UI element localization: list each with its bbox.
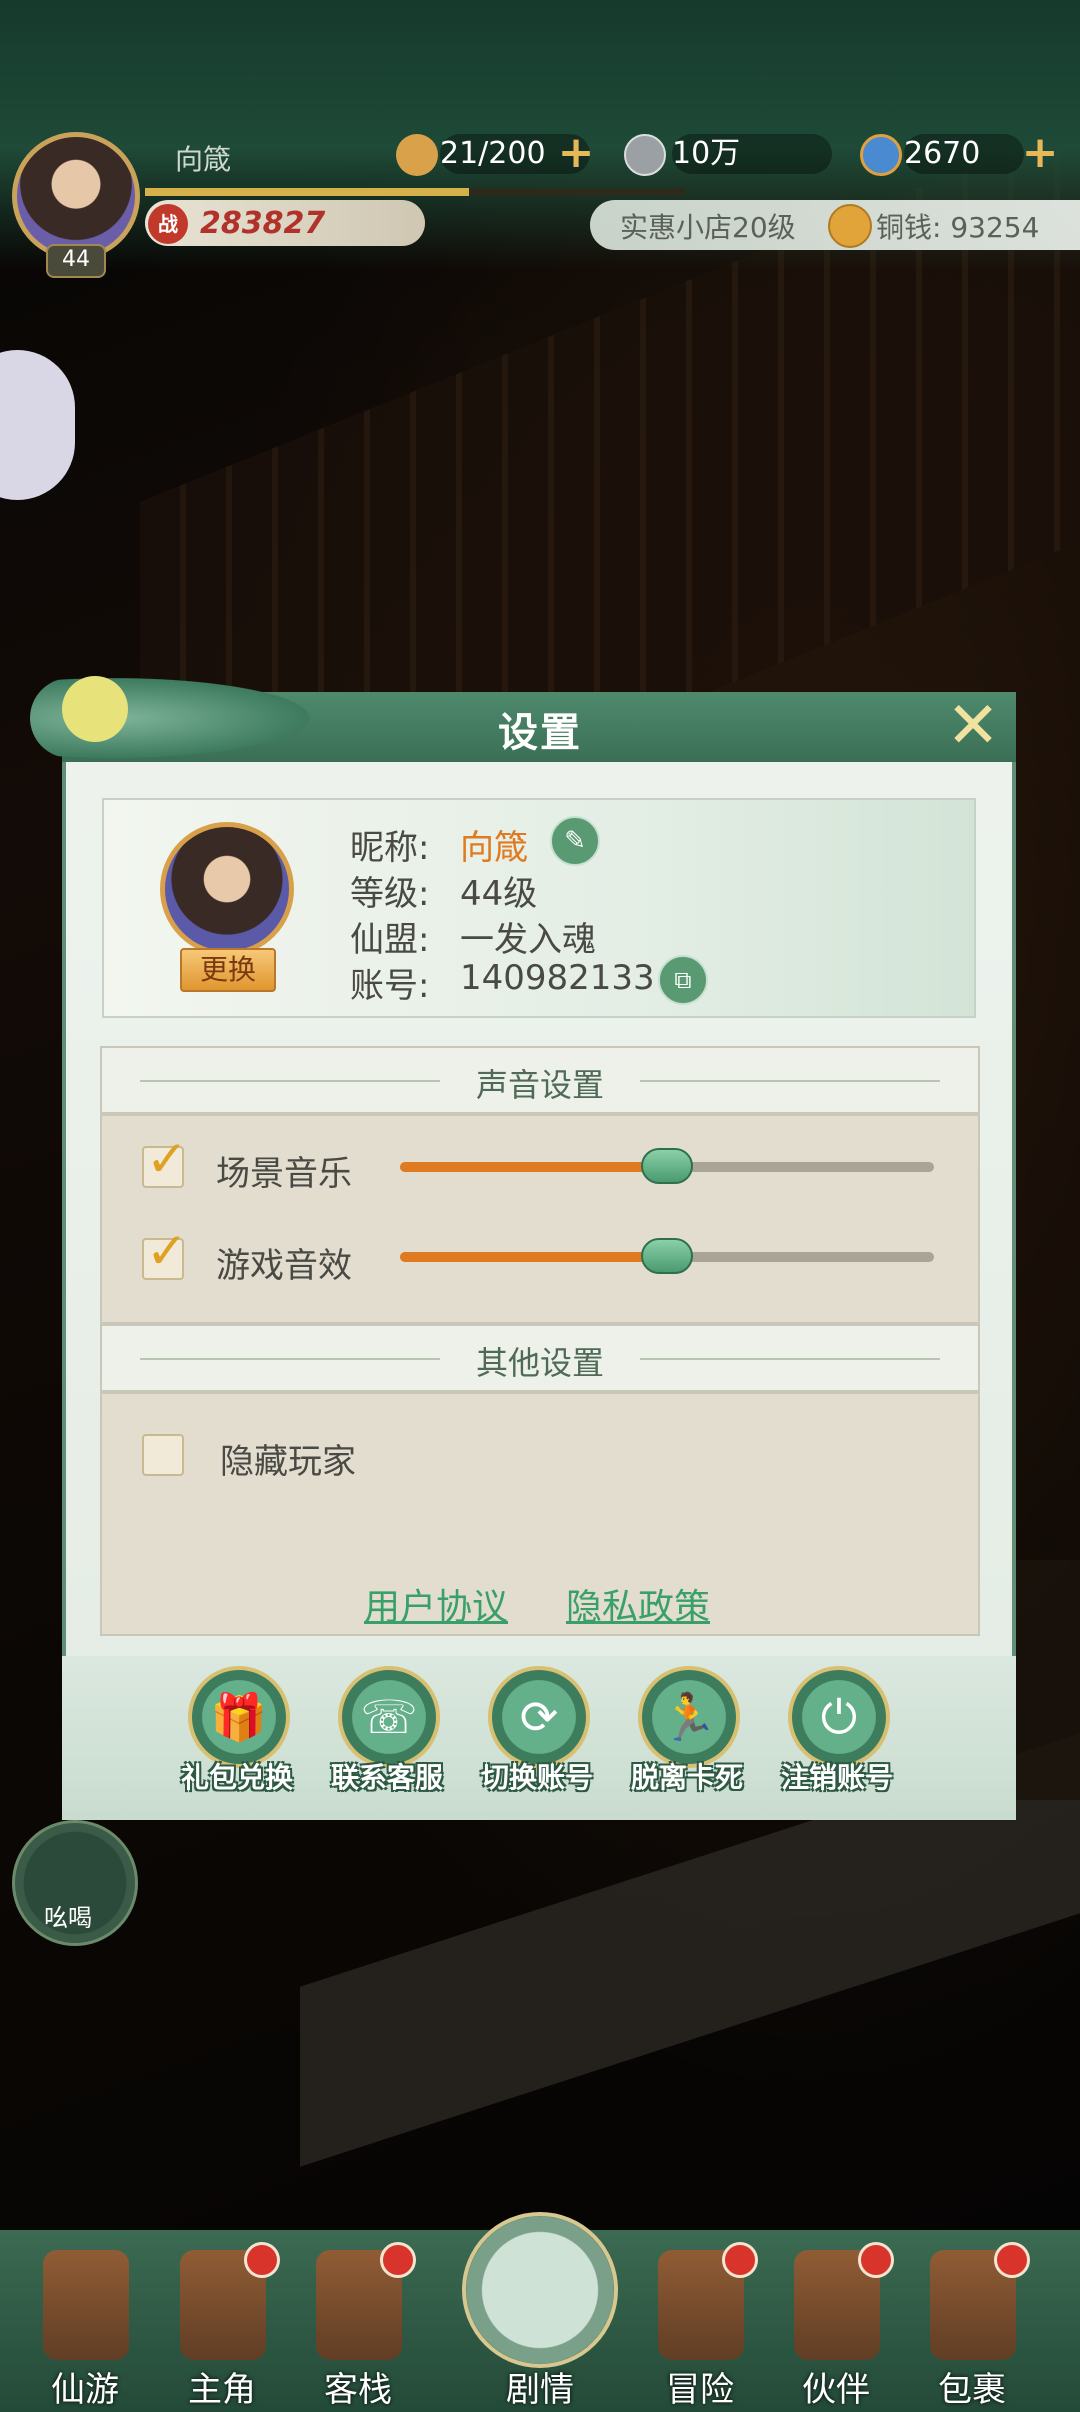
stamina-icon <box>396 134 438 176</box>
sfx-label: 游戏音效 <box>216 1246 352 1286</box>
nav-item-label: 客栈 <box>324 2370 392 2410</box>
nav-item-icon <box>43 2250 129 2360</box>
nav-item[interactable]: 冒险 <box>640 2242 760 2412</box>
gem-value: 2670 <box>904 134 1024 174</box>
silver-coin-icon <box>624 134 666 176</box>
power-value: 283827 <box>200 206 326 241</box>
run-icon: 🏃 <box>638 1666 740 1768</box>
guild-label: 仙盟: <box>350 920 430 960</box>
nav-item[interactable]: 包裹 <box>912 2242 1032 2412</box>
nav-item[interactable]: 主角 <box>162 2242 282 2412</box>
check-icon: ✓ <box>146 1130 188 1188</box>
sfx-slider-fill <box>400 1252 667 1262</box>
account-label: 账号: <box>350 966 430 1006</box>
nav-item-label: 仙游 <box>51 2370 119 2410</box>
sfx-checkbox[interactable]: ✓ <box>142 1226 188 1280</box>
add-stamina-button[interactable]: + <box>556 131 596 175</box>
copper-coin-icon <box>828 204 872 248</box>
power-icon: 战 <box>148 204 188 244</box>
silver-value: 10万 <box>672 134 832 174</box>
level-value: 44级 <box>460 874 538 914</box>
dialog-title: 设置 <box>498 710 582 756</box>
sfx-slider-knob[interactable] <box>641 1238 693 1274</box>
shop-level: 实惠小店20级 <box>620 211 796 244</box>
change-avatar-button[interactable]: 更换 <box>180 948 276 992</box>
switch-icon: ⟳ <box>488 1666 590 1768</box>
action-label: 礼包兑换 <box>180 1761 293 1794</box>
nav-item-label: 剧情 <box>506 2370 574 2410</box>
xp-bar <box>145 188 685 196</box>
notification-badge <box>380 2242 416 2278</box>
action-button[interactable]: 🏃 脱离卡死 <box>612 1666 762 1806</box>
action-label: 注销账号 <box>780 1761 893 1794</box>
copper-value: 铜钱: 93254 <box>876 211 1040 244</box>
action-button[interactable]: ☏ 联系客服 <box>312 1666 462 1806</box>
nav-item[interactable]: 客栈 <box>298 2242 418 2412</box>
music-slider-knob[interactable] <box>641 1148 693 1184</box>
other-section-title: 其他设置 <box>475 1344 604 1382</box>
gift-icon: 🎁 <box>188 1666 290 1768</box>
edit-pencil-icon[interactable]: ✎ <box>550 816 600 866</box>
shout-label: 吆喝 <box>44 1904 92 1932</box>
action-label: 脱离卡死 <box>630 1761 743 1794</box>
copy-icon[interactable]: ⧉ <box>658 955 708 1005</box>
hide-players-label: 隐藏玩家 <box>220 1442 356 1482</box>
sound-section-title: 声音设置 <box>475 1066 604 1104</box>
action-label: 切换账号 <box>480 1761 593 1794</box>
profile-avatar <box>160 822 294 956</box>
notification-badge <box>994 2242 1030 2278</box>
close-icon[interactable]: ✕ <box>942 694 1004 758</box>
privacy-policy-link[interactable]: 隐私政策 <box>566 1578 710 1630</box>
notification-badge <box>722 2242 758 2278</box>
music-label: 场景音乐 <box>216 1154 352 1194</box>
action-label: 联系客服 <box>330 1761 443 1794</box>
account-value: 140982133 <box>460 958 655 998</box>
power-icon: ⏻ <box>788 1666 890 1768</box>
guild-value: 一发入魂 <box>460 920 596 960</box>
hide-players-checkbox[interactable]: ✓ <box>142 1434 184 1476</box>
nav-item[interactable]: 剧情 <box>480 2250 600 2412</box>
player-name: 向箴 <box>175 143 232 176</box>
gem-icon <box>860 134 902 176</box>
nav-item-label: 伙伴 <box>802 2370 870 2410</box>
action-button[interactable]: ⏻ 注销账号 <box>762 1666 912 1806</box>
action-button[interactable]: ⟳ 切换账号 <box>462 1666 612 1806</box>
nickname-label: 昵称: <box>350 828 430 868</box>
notification-badge <box>244 2242 280 2278</box>
nickname-value: 向箴 <box>460 828 528 868</box>
nav-item-label: 包裹 <box>938 2370 1006 2410</box>
headset-icon: ☏ <box>338 1666 440 1768</box>
user-agreement-link[interactable]: 用户协议 <box>364 1578 508 1630</box>
action-button[interactable]: 🎁 礼包兑换 <box>162 1666 312 1806</box>
other-section-body <box>100 1392 980 1636</box>
level-label: 等级: <box>350 874 430 914</box>
nav-item-label: 冒险 <box>666 2370 734 2410</box>
moon-decoration <box>62 676 128 742</box>
nav-item[interactable]: 仙游 <box>25 2250 145 2412</box>
add-gem-button[interactable]: + <box>1020 131 1060 175</box>
player-avatar[interactable] <box>12 132 140 260</box>
music-checkbox[interactable]: ✓ <box>142 1134 188 1188</box>
nav-item[interactable]: 伙伴 <box>776 2242 896 2412</box>
nav-item-label: 主角 <box>188 2370 256 2410</box>
music-slider-fill <box>400 1162 667 1172</box>
check-icon: ✓ <box>146 1222 188 1280</box>
player-level-badge: 44 <box>46 244 106 278</box>
notification-badge <box>858 2242 894 2278</box>
xp-bar-fill <box>145 188 469 196</box>
